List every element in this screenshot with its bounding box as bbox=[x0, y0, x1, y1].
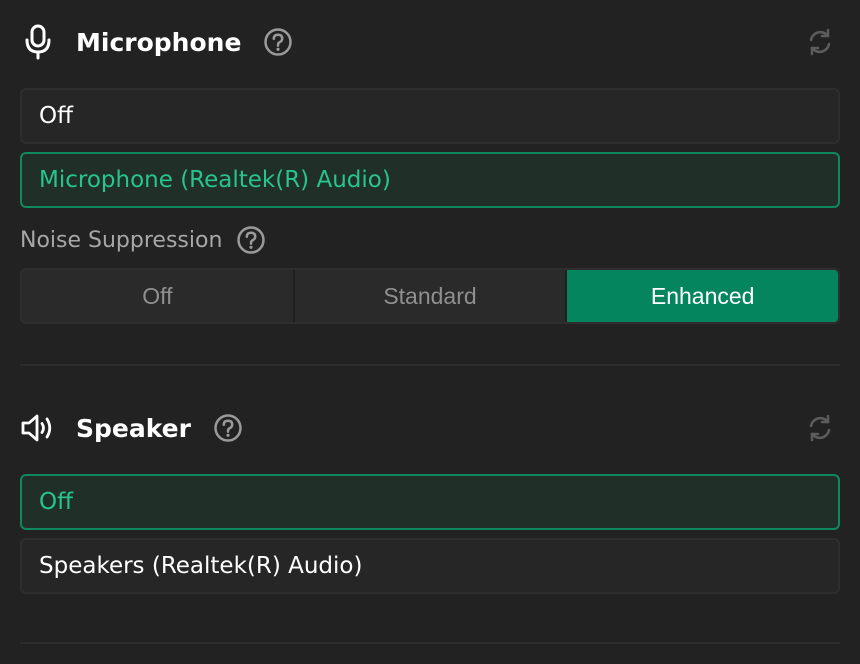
microphone-title: Microphone bbox=[76, 27, 242, 57]
speaker-help-icon[interactable] bbox=[213, 413, 243, 443]
speaker-option-off[interactable]: Off bbox=[20, 474, 840, 530]
speaker-icon bbox=[20, 410, 56, 446]
microphone-header: Microphone bbox=[20, 20, 840, 64]
microphone-option-off[interactable]: Off bbox=[20, 88, 840, 144]
noise-suppression-enhanced-button[interactable]: Enhanced bbox=[565, 270, 838, 322]
speaker-option-realtek[interactable]: Speakers (Realtek(R) Audio) bbox=[20, 538, 840, 594]
microphone-option-realtek[interactable]: Microphone (Realtek(R) Audio) bbox=[20, 152, 840, 208]
speaker-refresh-icon[interactable] bbox=[806, 414, 834, 442]
speaker-title: Speaker bbox=[76, 413, 191, 443]
microphone-icon bbox=[20, 24, 56, 60]
noise-suppression-label: Noise Suppression bbox=[20, 227, 223, 253]
noise-suppression-standard-button[interactable]: Standard bbox=[292, 270, 566, 322]
noise-suppression-help-icon[interactable] bbox=[236, 225, 266, 255]
section-divider-bottom bbox=[20, 642, 840, 644]
noise-suppression-off-button[interactable]: Off bbox=[22, 270, 293, 322]
noise-suppression-row: Noise Suppression bbox=[20, 222, 266, 258]
noise-suppression-selector: Off Standard Enhanced bbox=[20, 268, 840, 324]
microphone-help-icon[interactable] bbox=[263, 27, 293, 57]
microphone-refresh-icon[interactable] bbox=[806, 28, 834, 56]
section-divider bbox=[20, 364, 840, 366]
speaker-header: Speaker bbox=[20, 406, 840, 450]
